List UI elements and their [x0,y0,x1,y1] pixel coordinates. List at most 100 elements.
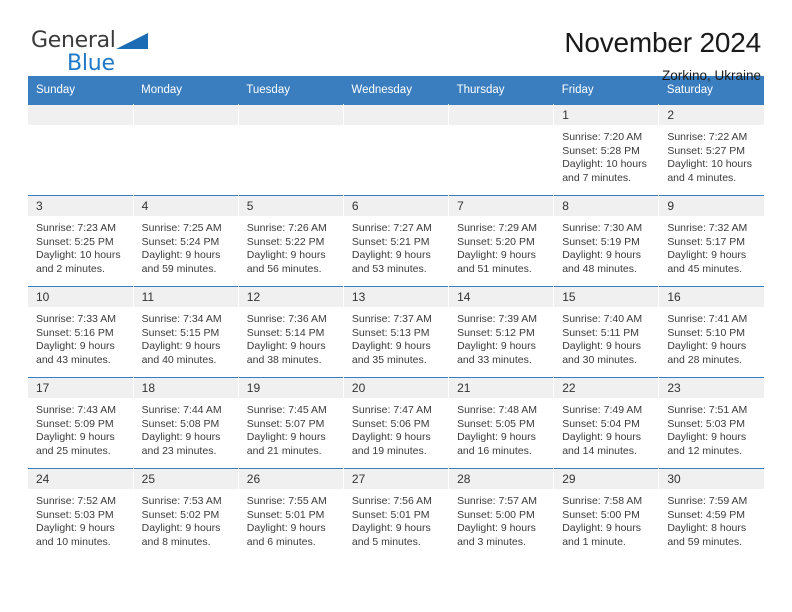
day-sun-info: Sunrise: 7:43 AM Sunset: 5:09 PM Daylight:… [28,398,133,458]
calendar-day-cell[interactable]: 2 Sunrise: 7:22 AM Sunset: 5:27 PM Daylight… [658,104,764,196]
calendar-day-cell[interactable]: 14 Sunrise: 7:39 AM Sunset: 5:12 PM Dayligh… [448,286,555,378]
calendar-day-cell[interactable]: 16 Sunrise: 7:41 AM Sunset: 5:10 PM Dayligh… [658,286,764,378]
day-sun-info: Sunrise: 7:41 AM Sunset: 5:10 PM Daylight:… [659,307,764,367]
calendar-day-cell[interactable]: 15 Sunrise: 7:40 AM Sunset: 5:11 PM Dayligh… [553,286,660,378]
day-number: 25 [133,469,238,489]
calendar-week-row: 1 Sunrise: 7:20 AM Sunset: 5:28 PM Daylight… [28,104,764,196]
calendar-day-cell[interactable]: 7 Sunrise: 7:29 AM Sunset: 5:20 PM Daylight… [448,195,555,287]
sunset-text: Sunset: 5:01 PM [351,508,430,521]
day-sun-info: Sunrise: 7:20 AM Sunset: 5:28 PM Daylight:… [554,125,658,185]
daylight-text-line2: and 8 minutes. [141,535,211,548]
daylight-text-line2: and 7 minutes. [562,171,632,184]
calendar-day-cell[interactable]: 27 Sunrise: 7:56 AM Sunset: 5:01 PM Dayligh… [343,468,450,559]
weekday-header-sunday: Sunday [28,76,134,105]
calendar-day-cell[interactable]: 1 Sunrise: 7:20 AM Sunset: 5:28 PM Daylight… [553,104,660,196]
day-sun-info: Sunrise: 7:55 AM Sunset: 5:01 PM Daylight:… [239,489,343,549]
calendar-day-cell[interactable]: 13 Sunrise: 7:37 AM Sunset: 5:13 PM Dayligh… [343,286,450,378]
calendar-day-cell[interactable]: 29 Sunrise: 7:58 AM Sunset: 5:00 PM Dayligh… [553,468,660,559]
day-sun-info: Sunrise: 7:57 AM Sunset: 5:00 PM Daylight:… [449,489,553,549]
calendar-day-cell[interactable]: 12 Sunrise: 7:36 AM Sunset: 5:14 PM Dayligh… [238,286,344,378]
daylight-text-line2: and 59 minutes. [141,262,217,275]
daylight-text-line1: Daylight: 9 hours [246,522,326,534]
calendar-day-cell[interactable]: 8 Sunrise: 7:30 AM Sunset: 5:19 PM Daylight… [553,195,660,287]
daylight-text-line1: Daylight: 9 hours [141,249,221,261]
day-number: 4 [133,196,238,216]
day-sun-info: Sunrise: 7:22 AM Sunset: 5:27 PM Daylight:… [659,125,764,185]
triangle-icon [115,33,148,49]
sunrise-text: Sunrise: 7:43 AM [36,404,116,416]
day-number: 5 [238,196,343,216]
day-sun-info: Sunrise: 7:40 AM Sunset: 5:11 PM Daylight:… [554,307,658,367]
sunrise-text: Sunrise: 7:26 AM [246,222,327,234]
sunrise-text: Sunrise: 7:34 AM [141,313,222,325]
daylight-text-line2: and 23 minutes. [141,444,217,457]
sunrise-text: Sunrise: 7:36 AM [246,313,327,325]
calendar-day-cell[interactable]: 17 Sunrise: 7:43 AM Sunset: 5:09 PM Dayligh… [28,377,134,469]
daylight-text-line1: Daylight: 9 hours [562,431,641,443]
calendar-day-cell[interactable]: 25 Sunrise: 7:53 AM Sunset: 5:02 PM Dayligh… [133,468,239,559]
sunset-text: Sunset: 5:03 PM [36,508,114,521]
calendar-day-cell[interactable]: 3 Sunrise: 7:23 AM Sunset: 5:25 PM Daylight… [28,195,134,287]
sunset-text: Sunset: 4:59 PM [667,508,745,521]
daylight-text-line2: and 10 minutes. [36,535,111,548]
calendar-day-cell[interactable]: 9 Sunrise: 7:32 AM Sunset: 5:17 PM Daylight… [658,195,764,287]
daylight-text-line2: and 14 minutes. [562,444,637,457]
sunrise-text: Sunrise: 7:20 AM [562,131,643,143]
calendar-week-row: 10 Sunrise: 7:33 AM Sunset: 5:16 PM Dayligh… [28,286,764,378]
day-sun-info: Sunrise: 7:37 AM Sunset: 5:13 PM Daylight:… [344,307,448,367]
day-number: 12 [238,287,343,307]
sunrise-text: Sunrise: 7:59 AM [667,495,748,507]
calendar-day-cell[interactable]: 23 Sunrise: 7:51 AM Sunset: 5:03 PM Dayligh… [658,377,764,469]
calendar-day-cell[interactable]: 22 Sunrise: 7:49 AM Sunset: 5:04 PM Dayligh… [553,377,660,469]
daylight-text-line2: and 30 minutes. [562,353,637,366]
calendar-day-cell[interactable]: 19 Sunrise: 7:45 AM Sunset: 5:07 PM Dayligh… [238,377,344,469]
day-number: 18 [133,378,238,398]
calendar-day-cell[interactable]: 4 Sunrise: 7:25 AM Sunset: 5:24 PM Daylight… [133,195,239,287]
sunrise-text: Sunrise: 7:40 AM [562,313,643,325]
sunset-text: Sunset: 5:08 PM [141,417,220,430]
daylight-text-line1: Daylight: 9 hours [141,522,221,534]
calendar-day-cell[interactable]: 20 Sunrise: 7:47 AM Sunset: 5:06 PM Dayligh… [343,377,450,469]
daylight-text-line1: Daylight: 9 hours [36,522,115,534]
sunrise-text: Sunrise: 7:27 AM [351,222,432,234]
general-blue-logo[interactable]: General Blue [31,30,148,75]
day-number: 13 [343,287,449,307]
daylight-text-line1: Daylight: 9 hours [457,522,536,534]
day-sun-info: Sunrise: 7:58 AM Sunset: 5:00 PM Daylight:… [554,489,658,549]
calendar-day-cell[interactable]: 11 Sunrise: 7:34 AM Sunset: 5:15 PM Dayligh… [133,286,239,378]
daylight-text-line1: Daylight: 9 hours [457,340,536,352]
calendar-day-cell[interactable]: 18 Sunrise: 7:44 AM Sunset: 5:08 PM Dayligh… [133,377,239,469]
sunrise-text: Sunrise: 7:29 AM [457,222,538,234]
day-number: 28 [449,469,554,489]
daylight-text-line1: Daylight: 9 hours [141,431,221,443]
calendar-day-cell[interactable]: 24 Sunrise: 7:52 AM Sunset: 5:03 PM Dayligh… [28,468,134,559]
day-sun-info: Sunrise: 7:45 AM Sunset: 5:07 PM Daylight:… [239,398,343,458]
sunset-text: Sunset: 5:27 PM [667,144,745,157]
daylight-text-line1: Daylight: 10 hours [36,249,121,261]
daylight-text-line2: and 25 minutes. [36,444,111,457]
weekday-header-monday: Monday [133,76,239,105]
daylight-text-line2: and 59 minutes. [667,535,743,548]
day-number: 6 [343,196,449,216]
sunrise-text: Sunrise: 7:22 AM [667,131,748,143]
day-sun-info: Sunrise: 7:56 AM Sunset: 5:01 PM Daylight:… [344,489,448,549]
day-number: 15 [554,287,659,307]
day-number: 29 [554,469,659,489]
daylight-text-line2: and 3 minutes. [457,535,526,548]
daylight-text-line2: and 6 minutes. [246,535,316,548]
sunset-text: Sunset: 5:01 PM [246,508,325,521]
calendar-day-cell[interactable]: 6 Sunrise: 7:27 AM Sunset: 5:21 PM Daylight… [343,195,450,287]
calendar-day-cell[interactable]: 26 Sunrise: 7:55 AM Sunset: 5:01 PM Dayligh… [238,468,344,559]
calendar-day-cell[interactable]: 10 Sunrise: 7:33 AM Sunset: 5:16 PM Dayligh… [28,286,134,378]
sunset-text: Sunset: 5:12 PM [457,326,535,339]
calendar-page: General Blue November 2024 Zorkino, Ukra… [0,0,792,612]
calendar-day-cell[interactable]: 28 Sunrise: 7:57 AM Sunset: 5:00 PM Dayligh… [448,468,555,559]
calendar-day-cell[interactable]: 21 Sunrise: 7:48 AM Sunset: 5:05 PM Dayligh… [448,377,555,469]
calendar-day-cell[interactable]: 5 Sunrise: 7:26 AM Sunset: 5:22 PM Daylight… [238,195,344,287]
daylight-text-line1: Daylight: 9 hours [36,340,115,352]
calendar-day-cell[interactable]: 30 Sunrise: 7:59 AM Sunset: 4:59 PM Dayligh… [658,468,764,559]
calendar-day-cell-empty [28,104,134,196]
sunrise-text: Sunrise: 7:25 AM [141,222,222,234]
day-number: 10 [28,287,133,307]
day-number: 11 [133,287,238,307]
